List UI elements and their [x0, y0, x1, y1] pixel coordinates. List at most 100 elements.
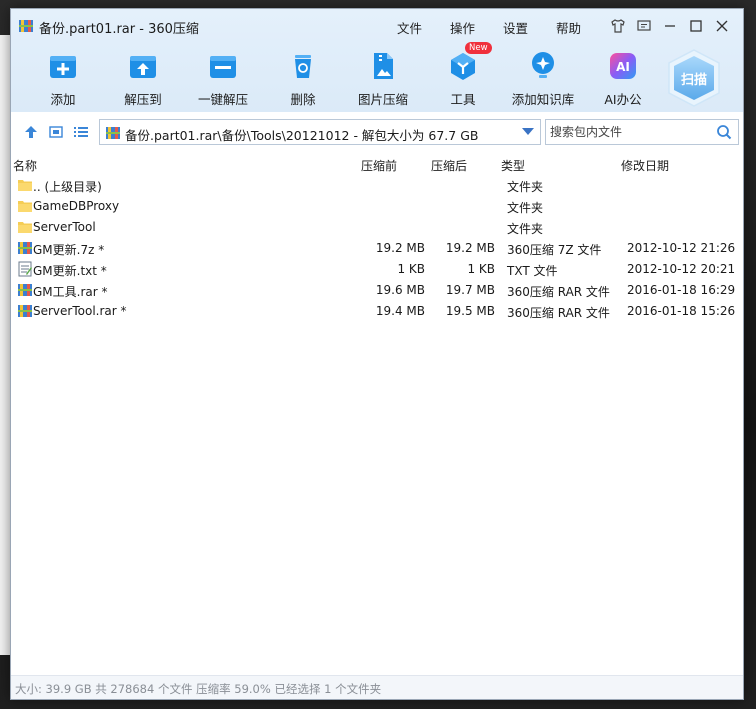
maximize-icon: [690, 20, 702, 32]
add-knowledge-base-button[interactable]: 添加知识库: [505, 45, 581, 109]
column-header-modified[interactable]: 修改日期: [621, 157, 669, 174]
scan-button[interactable]: 扫描: [667, 49, 721, 107]
scan-label: 扫描: [680, 73, 707, 88]
extract-to-label: 解压到: [124, 92, 162, 107]
one-click-extract-icon: [210, 56, 236, 78]
chevron-down-icon[interactable]: [522, 128, 534, 135]
delete-button[interactable]: 删除: [265, 45, 341, 109]
status-bar: 大小: 39.9 GB 共 278684 个文件 压缩率 59.0% 已经选择 …: [11, 675, 743, 699]
archive-icon: [17, 282, 33, 298]
feedback-button[interactable]: [631, 16, 657, 36]
folder-icon: [17, 198, 33, 214]
app-window: 备份.part01.rar - 360压缩 文件 操作 设置 帮助 添加 解压到…: [10, 8, 744, 700]
one-click-extract-label: 一键解压: [197, 92, 248, 107]
cell-type: TXT 文件: [507, 264, 558, 278]
cell-name: .. (上级目录): [33, 180, 102, 194]
one-click-extract-button[interactable]: 一键解压: [185, 45, 261, 109]
image-compress-button[interactable]: 图片压缩: [345, 45, 421, 109]
table-row[interactable]: GameDBProxy 文件夹: [11, 196, 743, 217]
table-row[interactable]: .. (上级目录) 文件夹: [11, 175, 743, 196]
window-chrome: 备份.part01.rar - 360压缩 文件 操作 设置 帮助 添加 解压到…: [11, 9, 743, 112]
cell-compressed: 19.5 MB: [445, 304, 495, 318]
title-bar[interactable]: 备份.part01.rar - 360压缩 文件 操作 设置 帮助: [11, 9, 743, 43]
status-text: 大小: 39.9 GB 共 278684 个文件 压缩率 59.0% 已经选择 …: [15, 682, 382, 696]
tools-label: 工具: [450, 92, 476, 107]
shirt-icon: [611, 19, 625, 33]
message-icon: [637, 20, 651, 31]
file-list: 名称 压缩前 压缩后 类型 修改日期 .. (上级目录) 文件夹 GameDBPro…: [11, 155, 743, 675]
cell-type: 360压缩 7Z 文件: [507, 243, 602, 257]
new-badge: New: [465, 42, 492, 54]
column-header-name[interactable]: 名称: [13, 157, 37, 174]
cell-name: GM更新.7z *: [33, 243, 105, 257]
close-button[interactable]: [709, 16, 735, 36]
search-input[interactable]: [546, 120, 706, 144]
tools-icon: [451, 53, 475, 80]
delete-label: 删除: [290, 92, 316, 107]
table-row[interactable]: ServerTool 文件夹: [11, 217, 743, 238]
table-row[interactable]: GM工具.rar * 19.6 MB 19.7 MB 360压缩 RAR 文件 2016…: [11, 280, 743, 301]
cell-modified: 2016-01-18 15:26: [627, 304, 736, 318]
cell-type: 文件夹: [507, 222, 544, 236]
minimize-button[interactable]: [657, 16, 683, 36]
cell-compressed: 1 KB: [467, 262, 495, 276]
cell-packed: 1 KB: [397, 262, 425, 276]
file-rows: .. (上级目录) 文件夹 GameDBProxy 文件夹 ServerTool 文件夹 G…: [11, 175, 743, 322]
cell-compressed: 19.2 MB: [445, 241, 495, 255]
extract-to-icon: [130, 56, 156, 78]
column-header-packed[interactable]: 压缩前: [361, 157, 397, 174]
list-view-icon[interactable]: [73, 124, 89, 140]
list-header: 名称 压缩前 压缩后 类型 修改日期: [11, 155, 743, 175]
main-toolbar: 添加 解压到 一键解压 删除 图片压缩 New 工具 添加知识库 AI AI办公…: [11, 42, 743, 111]
image-compress-icon: [374, 53, 393, 79]
svg-text:AI: AI: [616, 60, 630, 74]
archive-app-icon: [19, 20, 33, 32]
ai-office-button[interactable]: AI AI办公: [585, 45, 661, 109]
address-bar: 备份.part01.rar\备份\Tools\20121012 - 解包大小为 …: [11, 117, 743, 147]
archive-icon: [17, 303, 33, 319]
table-row[interactable]: GM更新.7z * 19.2 MB 19.2 MB 360压缩 7Z 文件 2012-1…: [11, 238, 743, 259]
cell-modified: 2016-01-18 16:29: [627, 283, 736, 297]
cell-packed: 19.4 MB: [375, 304, 425, 318]
image-compress-label: 图片压缩: [357, 92, 408, 107]
table-row[interactable]: GM更新.txt * 1 KB 1 KB TXT 文件 2012-10-12 20:21: [11, 259, 743, 280]
add-knowledge-base-label: 添加知识库: [511, 92, 575, 107]
minimize-icon: [665, 25, 675, 27]
cell-packed: 19.6 MB: [375, 283, 425, 297]
cell-packed: 19.2 MB: [375, 241, 425, 255]
thumbnail-view-icon[interactable]: [48, 124, 64, 140]
column-header-compressed[interactable]: 压缩后: [431, 157, 467, 174]
cell-name: GameDBProxy: [33, 199, 120, 213]
menu-operation[interactable]: 操作: [450, 18, 475, 37]
add-icon: [50, 56, 76, 78]
column-header-type[interactable]: 类型: [501, 157, 525, 174]
tools-button[interactable]: New 工具: [425, 42, 501, 109]
menu-file[interactable]: 文件: [397, 18, 422, 37]
menu-settings[interactable]: 设置: [503, 18, 528, 37]
cell-modified: 2012-10-12 21:26: [627, 241, 736, 255]
menu-help[interactable]: 帮助: [556, 18, 581, 37]
cell-compressed: 19.7 MB: [445, 283, 495, 297]
add-button[interactable]: 添加: [25, 45, 101, 109]
skin-button[interactable]: [605, 16, 631, 36]
text-file-icon: [17, 261, 33, 277]
folder-icon: [17, 177, 33, 193]
table-row[interactable]: ServerTool.rar * 19.4 MB 19.5 MB 360压缩 RAR …: [11, 301, 743, 322]
cell-type: 360压缩 RAR 文件: [507, 285, 610, 299]
cell-name: ServerTool.rar *: [33, 304, 127, 318]
extract-to-button[interactable]: 解压到: [105, 45, 181, 109]
ai-office-icon: AI: [610, 53, 636, 79]
path-field[interactable]: 备份.part01.rar\备份\Tools\20121012 - 解包大小为 …: [99, 119, 541, 145]
search-icon[interactable]: [716, 124, 732, 140]
add-label: 添加: [50, 92, 76, 107]
cell-name: GM更新.txt *: [33, 264, 107, 278]
cell-type: 文件夹: [507, 180, 544, 194]
archive-icon: [17, 240, 33, 256]
menu-bar: 文件 操作 设置 帮助: [397, 18, 609, 37]
ai-office-label: AI办公: [604, 92, 642, 107]
window-controls: [605, 16, 735, 36]
up-arrow-icon[interactable]: [23, 124, 39, 140]
maximize-button[interactable]: [683, 16, 709, 36]
trash-icon: [295, 55, 311, 78]
cell-type: 文件夹: [507, 201, 544, 215]
